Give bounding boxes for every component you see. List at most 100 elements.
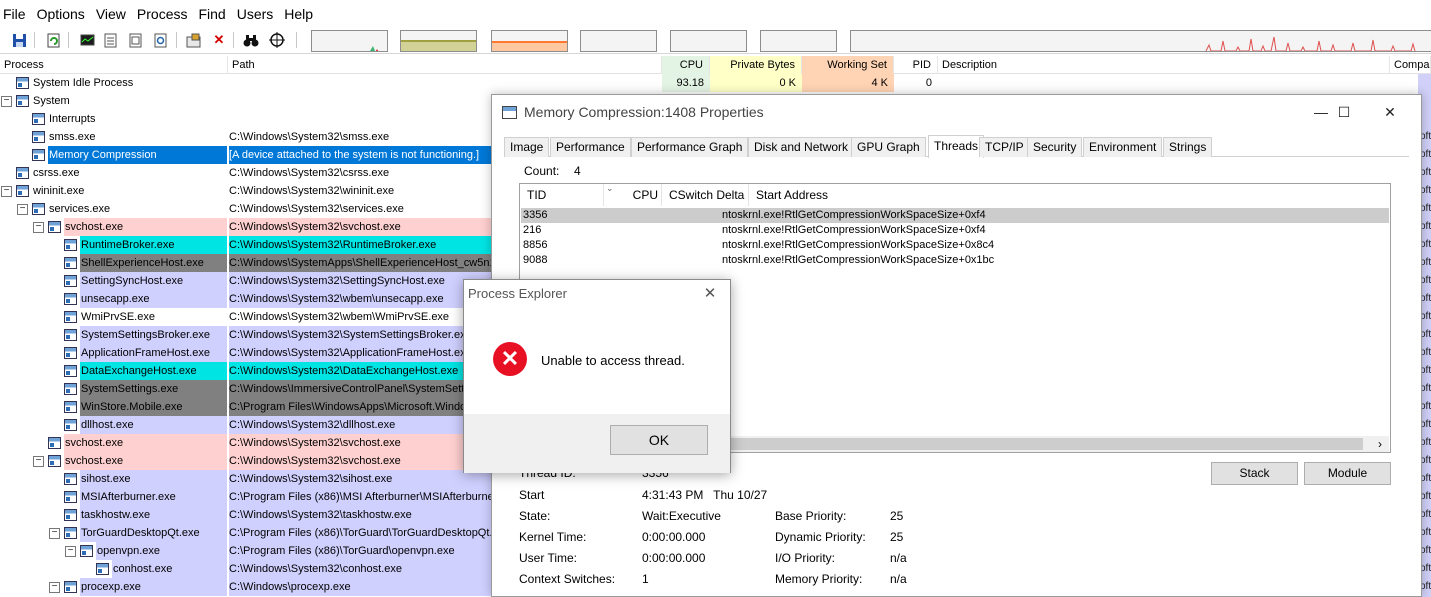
context-switches-label: Context Switches: <box>519 572 616 586</box>
menu-file[interactable]: File <box>0 0 33 28</box>
disk-graph[interactable] <box>760 30 837 52</box>
thread-column-tid[interactable]: TID <box>520 184 604 206</box>
menu-process[interactable]: Process <box>133 0 195 28</box>
cpu-usage-graph[interactable] <box>311 30 388 52</box>
thread-row[interactable]: 8856 ntoskrnl.exe!RtlGetCompressionWorkSp… <box>521 238 1389 253</box>
collapse-tree-icon[interactable]: − <box>49 582 60 593</box>
process-private-bytes: 0 K <box>710 74 802 92</box>
maximize-button[interactable]: ☐ <box>1322 99 1366 125</box>
scroll-right-icon[interactable]: › <box>1373 436 1387 452</box>
gpu-graph[interactable] <box>850 30 1431 52</box>
kill-process-icon[interactable]: ✕ <box>210 31 228 49</box>
column-description[interactable]: Description <box>938 56 1390 74</box>
collapse-tree-icon[interactable]: − <box>1 186 12 197</box>
collapse-tree-icon[interactable]: − <box>1 96 12 107</box>
properties-title-bar[interactable]: Memory Compression:1408 Properties — ☐ ✕ <box>492 95 1421 129</box>
process-working-set: 4 K <box>802 74 894 92</box>
menu-help[interactable]: Help <box>280 0 320 28</box>
error-dialog-close-icon[interactable]: ✕ <box>696 282 724 306</box>
refresh-icon[interactable] <box>44 31 62 49</box>
column-cpu[interactable]: CPU <box>662 56 710 74</box>
process-name: System Idle Process <box>33 77 134 89</box>
process-path <box>229 74 491 92</box>
process-name: csrss.exe <box>33 167 80 179</box>
tab-disk-and-network[interactable]: Disk and Network <box>748 137 855 157</box>
count-value: 4 <box>574 164 581 178</box>
column-pid[interactable]: PID <box>894 56 938 74</box>
crosshair-icon[interactable] <box>268 31 286 49</box>
user-time-label: User Time: <box>519 551 578 565</box>
close-button[interactable]: ✕ <box>1368 99 1412 125</box>
tab-threads[interactable]: Threads <box>928 135 985 158</box>
tab-environment[interactable]: Environment <box>1083 137 1163 157</box>
save-icon[interactable] <box>10 31 28 49</box>
commit-graph[interactable] <box>400 30 477 52</box>
process-icon <box>64 347 77 359</box>
system-info-icon[interactable] <box>78 31 96 49</box>
toolbar: ✕ <box>0 28 1431 54</box>
process-icon <box>16 185 29 197</box>
menu-view[interactable]: View <box>92 0 133 28</box>
process-name: RuntimeBroker.exe <box>80 236 227 254</box>
process-name: sihost.exe <box>80 470 227 488</box>
column-path[interactable]: Path <box>228 56 662 74</box>
properties-view-icon[interactable] <box>151 31 169 49</box>
column-working-set[interactable]: Working Set <box>802 56 894 74</box>
column-private-bytes[interactable]: Private Bytes <box>710 56 802 74</box>
error-dialog: Process Explorer ✕ ✕ Unable to access th… <box>463 279 731 473</box>
io-graph[interactable] <box>580 30 657 52</box>
thread-column-start-address[interactable]: Start Address <box>749 184 1390 206</box>
column-company[interactable]: Compan <box>1390 56 1431 74</box>
thread-column-cswitch-delta[interactable]: CSwitch Delta <box>662 184 749 206</box>
collapse-tree-icon[interactable]: − <box>65 546 76 557</box>
process-icon <box>32 149 45 161</box>
process-path: C:\Windows\System32\svchost.exe <box>229 434 491 452</box>
process-name: WmiPrvSE.exe <box>81 311 155 323</box>
process-icon <box>64 527 77 539</box>
ok-button[interactable]: OK <box>610 425 708 455</box>
tab-tcpip[interactable]: TCP/IP <box>979 137 1030 157</box>
stack-button[interactable]: Stack <box>1211 462 1298 485</box>
tab-security[interactable]: Security <box>1027 137 1083 157</box>
process-icon <box>64 311 77 323</box>
collapse-tree-icon[interactable]: − <box>17 204 28 215</box>
network-graph[interactable] <box>670 30 747 52</box>
process-row[interactable]: System Idle Process 93.18 0 K4 K 0 <box>0 74 1431 92</box>
handle-view-icon[interactable] <box>126 31 144 49</box>
process-path: C:\Windows\System32\wininit.exe <box>229 185 395 197</box>
dynamic-priority-label: Dynamic Priority: <box>775 530 866 544</box>
dll-view-icon[interactable] <box>101 31 119 49</box>
module-button[interactable]: Module <box>1304 462 1391 485</box>
memory-priority-value: n/a <box>890 572 907 586</box>
tab-image[interactable]: Image <box>504 137 550 157</box>
process-icon <box>16 77 29 89</box>
process-icon <box>32 131 45 143</box>
tab-strings[interactable]: Strings <box>1163 137 1213 157</box>
process-path: C:\Windows\System32\svchost.exe <box>229 218 491 236</box>
collapse-tree-icon[interactable]: − <box>33 222 44 233</box>
thread-row[interactable]: 3356 ntoskrnl.exe!RtlGetCompressionWorkSp… <box>521 208 1389 223</box>
start-label: Start <box>519 488 545 502</box>
process-name: wininit.exe <box>33 185 85 197</box>
menu-users[interactable]: Users <box>233 0 281 28</box>
tab-gpu-graph[interactable]: GPU Graph <box>851 137 926 157</box>
process-icon <box>64 239 77 251</box>
binoculars-icon[interactable] <box>242 31 260 49</box>
column-process[interactable]: Process <box>0 56 228 74</box>
process-name: SettingSyncHost.exe <box>80 272 227 290</box>
menu-options[interactable]: Options <box>33 0 92 28</box>
physical-memory-graph[interactable] <box>491 30 568 52</box>
collapse-tree-icon[interactable]: − <box>33 456 44 467</box>
tab-performance[interactable]: Performance <box>550 137 631 157</box>
process-name: SystemSettings.exe <box>80 380 227 398</box>
menu-find[interactable]: Find <box>194 0 232 28</box>
thread-row[interactable]: 216 ntoskrnl.exe!RtlGetCompressionWorkSpa… <box>521 223 1389 238</box>
process-name: ApplicationFrameHost.exe <box>80 344 227 362</box>
thread-tid: 9088 <box>523 254 548 266</box>
target-icon[interactable] <box>184 31 202 49</box>
collapse-tree-icon[interactable]: − <box>49 528 60 539</box>
process-name: DataExchangeHost.exe <box>80 362 227 380</box>
thread-row[interactable]: 9088 ntoskrnl.exe!RtlGetCompressionWorkSp… <box>521 253 1389 268</box>
thread-column-cpu[interactable]: ⌄ CPU <box>604 183 662 206</box>
tab-performance-graph[interactable]: Performance Graph <box>631 137 749 157</box>
